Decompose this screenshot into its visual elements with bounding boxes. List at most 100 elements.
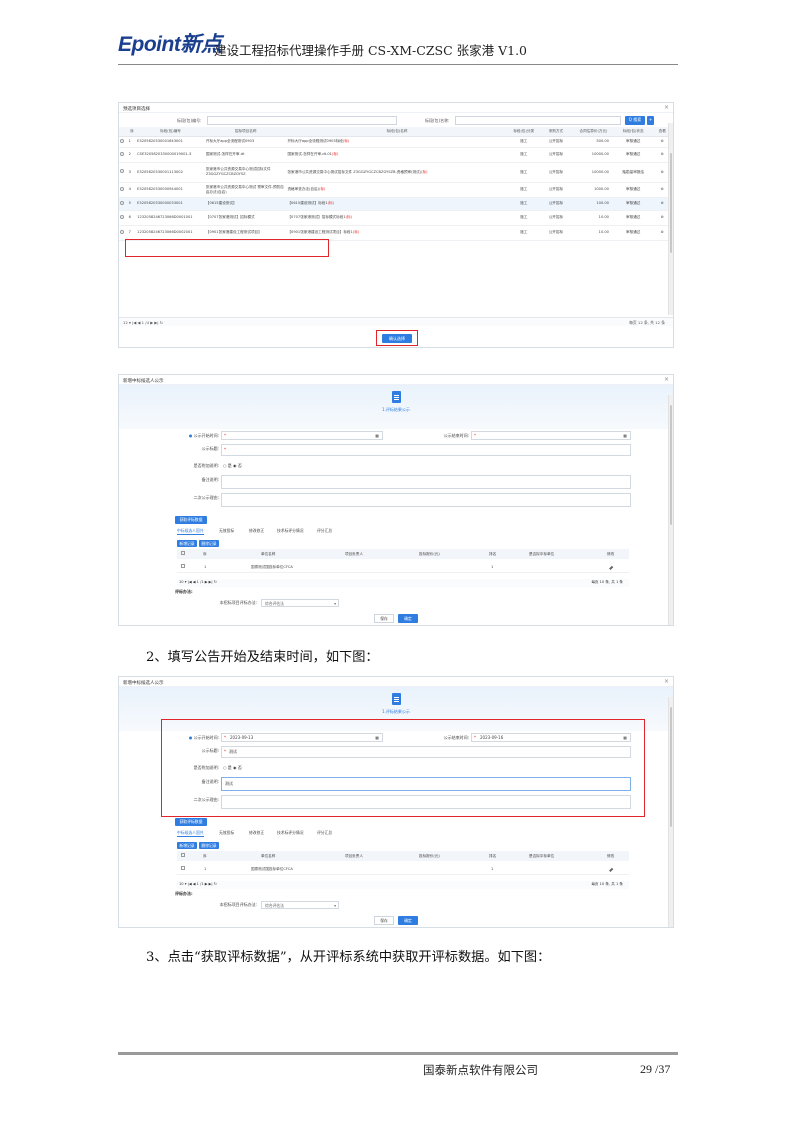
close-icon[interactable]: × (664, 678, 669, 685)
ok-button[interactable]: 确定 (398, 916, 418, 925)
second-reason-input[interactable] (221, 795, 631, 809)
method-field-label: 本招标项目评标办法: (219, 902, 257, 907)
company-logo: Epoint新点 (118, 33, 222, 56)
tab-candidates[interactable]: 中标候选人国共 (177, 528, 204, 535)
attach-row: 是否附加说明: ○ 是 ◉ 否 (179, 763, 639, 772)
second-reason-input[interactable] (221, 493, 631, 507)
cell-code: E3205820330000944001 (136, 182, 205, 198)
method-select[interactable]: 综合评估法 ▾ (261, 599, 339, 607)
tab-tech-score[interactable]: 技术标评分情况 (277, 528, 304, 534)
table-row[interactable]: 1 E3205820330001643001 开标大厅app全流程测试0903 开标大… (119, 136, 673, 148)
more-button[interactable]: + (647, 116, 654, 125)
view-icon[interactable]: ⊚ (661, 187, 664, 191)
title-input[interactable]: * (221, 444, 631, 456)
document-icon (392, 693, 401, 705)
save-button[interactable]: 保存 (374, 916, 394, 925)
row-radio[interactable] (120, 138, 124, 143)
pager-summary: 每页 10 条, 共 1 条 (591, 580, 623, 584)
title-row: 公示标题: * (179, 444, 639, 456)
table-row[interactable]: 5 E3205820330000033001 【0615建设测试】 【0615建设测试… (119, 197, 673, 211)
screenshot-candidate-form-empty: 新增中标候选人公示 × 1.评标结果公示 ● 公示开始时间: * ▦ 公示结束时间… (118, 374, 674, 626)
remark-row: 备注说明: (179, 475, 639, 489)
table-row[interactable]: 6 1232058246723066D0001001 【0707张家港测试】招标模式… (119, 210, 673, 226)
cell-project: 【0707张家港测试】招标模式 (204, 210, 287, 226)
tab-invalid[interactable]: 无效投标 (219, 528, 234, 534)
fetch-bid-data-button[interactable]: 获取评标数据 (175, 516, 207, 524)
row-radio[interactable] (120, 186, 124, 191)
start-date-input[interactable]: * 2023-09-13 ▦ (221, 733, 383, 742)
close-icon[interactable]: × (664, 104, 669, 111)
attach-radios[interactable]: ○ 是 ◉ 否 (223, 463, 242, 469)
page-header: Epoint新点 建设工程招标代理操作手册 CS-XM-CZSC 张家港 V1.… (118, 28, 678, 62)
add-record-button[interactable]: 新增记录 (177, 540, 197, 547)
add-record-button[interactable]: 新增记录 (177, 842, 197, 849)
tab-tech-score[interactable]: 技术标评分情况 (277, 830, 304, 836)
fetch-bid-data-button[interactable]: 获取评标数据 (175, 818, 207, 826)
cell-category: 施工 (507, 147, 540, 163)
footer-company: 国泰新点软件有限公司 (423, 1063, 538, 1077)
attach-row: 是否附加说明: ○ 是 ◉ 否 (179, 461, 639, 470)
screenshot-candidate-form-filled: 新增中标候选人公示 × 1.评标结果公示 ● 公示开始时间: * 2023-09-… (118, 676, 674, 928)
row-radio[interactable] (120, 214, 124, 219)
cell-control (119, 162, 128, 183)
table-row[interactable]: 4 E3205820330000944001 张家港市公共资源交易中心测试 预审文件… (119, 182, 673, 198)
tab-score-summary[interactable]: 评分汇总 (317, 528, 332, 534)
start-date-input[interactable]: * ▦ (221, 431, 383, 440)
code-input[interactable] (207, 116, 397, 125)
view-icon[interactable]: ⊚ (661, 215, 664, 219)
dialog-title: 预选项目选择 × (119, 103, 673, 113)
view-icon[interactable]: ⊚ (661, 170, 664, 174)
name-input[interactable] (455, 116, 621, 125)
pager-controls[interactable]: 12 ▾ |◀ ◀ 1 /4 ▶ ▶| ↻ (123, 320, 163, 325)
table-row[interactable]: 3 E3205820330001113002 张家港市公共资源交易中心测试招标文件 … (119, 162, 673, 183)
grid-header: 序 单位名称 项目负责人 投标报价(元) 排名 是否拟中标单位 修改 (177, 549, 629, 559)
cell-status: 审核通过 (614, 136, 652, 148)
grid-pager: 10 ▾ |◀ ◀ 1 /1 ▶ ▶| ↻ 每页 10 条, 共 1 条 (177, 881, 629, 889)
view-icon[interactable]: ⊚ (661, 139, 664, 143)
edit-icon[interactable] (609, 565, 613, 570)
table-row[interactable]: 2 CSE3205820330000019001-3 国家测试-怎样在开审-dt 国家… (119, 147, 673, 163)
tab-invalid[interactable]: 无效投标 (219, 830, 234, 836)
table-pager: 12 ▾ |◀ ◀ 1 /4 ▶ ▶| ↻ 每页 12 条, 共 12 条 (119, 317, 673, 326)
pager-controls[interactable]: 10 ▾ |◀ ◀ 1 /1 ▶ ▶| ↻ (179, 882, 217, 886)
scrollbar[interactable] (668, 697, 673, 927)
tab-corrections[interactable]: 修改修正 (249, 528, 264, 534)
table-row[interactable]: 1 国泰测试国投标单位CFCA 1 (177, 863, 629, 875)
table-row[interactable]: 1 国泰测试国投标单位CFCA 1 (177, 561, 629, 573)
view-icon[interactable]: ⊚ (661, 230, 664, 234)
scrollbar[interactable] (668, 395, 673, 625)
row-radio[interactable] (120, 151, 124, 156)
row-radio[interactable] (120, 169, 124, 173)
save-button[interactable]: 保存 (374, 614, 394, 623)
tab-score-summary[interactable]: 评分汇总 (317, 830, 332, 836)
cell-name: 【0901张家港建设工程测试项目】标段1(标) (286, 225, 508, 241)
title-input[interactable]: * 测试 (221, 746, 631, 758)
method-select[interactable]: 综合评估法 ▾ (261, 901, 339, 909)
edit-icon[interactable] (609, 867, 613, 872)
view-icon[interactable]: ⊚ (661, 201, 664, 205)
remark-input[interactable] (221, 475, 631, 489)
result-tabs: 中标候选人国共 无效投标 修改修正 技术标评分情况 评分汇总 (177, 830, 477, 838)
candidate-grid: 序 单位名称 项目负责人 投标报价(元) 排名 是否拟中标单位 修改 1 国泰测… (177, 851, 629, 879)
end-date-input[interactable]: * 2023-09-16 ▦ (471, 733, 631, 742)
cell-no: 4 (127, 182, 137, 198)
confirm-select-button[interactable]: 确认选择 (382, 334, 412, 343)
scrollbar[interactable] (668, 123, 673, 315)
second-reason-label: 二次公示理由: (193, 797, 219, 802)
cell-code: E3205820330001643001 (136, 136, 205, 148)
remark-input[interactable]: 测试 (221, 777, 631, 791)
view-icon[interactable]: ⊚ (661, 152, 664, 156)
tab-candidates[interactable]: 中标候选人国共 (177, 830, 204, 837)
pager-controls[interactable]: 10 ▾ |◀ ◀ 1 /1 ▶ ▶| ↻ (179, 580, 217, 584)
tab-corrections[interactable]: 修改修正 (249, 830, 264, 836)
table-row[interactable]: 7 1232058246723066D0002001 【0901张家港建设工程测试项… (119, 225, 673, 241)
ok-button[interactable]: 确定 (398, 614, 418, 623)
row-radio[interactable] (120, 200, 124, 205)
delete-record-button[interactable]: 删除记录 (199, 540, 219, 547)
delete-record-button[interactable]: 删除记录 (199, 842, 219, 849)
end-date-input[interactable]: * ▦ (471, 431, 631, 440)
row-radio[interactable] (120, 229, 124, 234)
search-button[interactable]: Q 搜索 (625, 116, 645, 125)
close-icon[interactable]: × (664, 376, 669, 383)
attach-radios[interactable]: ○ 是 ◉ 否 (223, 765, 242, 771)
